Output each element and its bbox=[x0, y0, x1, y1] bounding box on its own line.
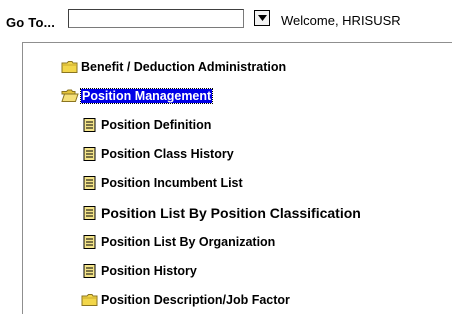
tree-item-benefit-deduction[interactable]: Benefit / Deduction Administration bbox=[61, 57, 286, 77]
tree-item-position-management[interactable]: Position Management bbox=[61, 86, 214, 106]
document-icon bbox=[81, 176, 99, 190]
welcome-text: Welcome, HRISUSR bbox=[281, 13, 401, 28]
tree-item-label: Position Incumbent List bbox=[101, 176, 243, 190]
tree-item-label: Position Definition bbox=[101, 118, 212, 132]
tree-item-label: Position List By Organization bbox=[101, 235, 276, 249]
tree-item-position-list-by-organization[interactable]: Position List By Organization bbox=[81, 232, 275, 252]
tree-item-position-incumbent-list[interactable]: Position Incumbent List bbox=[81, 173, 243, 193]
document-icon bbox=[81, 235, 99, 249]
document-icon bbox=[81, 206, 99, 220]
document-icon bbox=[81, 147, 99, 161]
document-icon bbox=[81, 264, 99, 278]
tree-item-label: Position Class History bbox=[101, 147, 234, 161]
folder-closed-icon bbox=[61, 60, 79, 74]
tree-item-label: Position Description/Job Factor bbox=[101, 293, 290, 307]
navigation-tree: Benefit / Deduction Administration Posit… bbox=[22, 42, 452, 314]
folder-open-icon bbox=[61, 89, 79, 103]
goto-label: Go To... bbox=[6, 15, 56, 30]
tree-item-position-definition[interactable]: Position Definition bbox=[81, 115, 211, 135]
tree-item-position-list-by-classification[interactable]: Position List By Position Classification bbox=[81, 203, 361, 223]
tree-item-position-history[interactable]: Position History bbox=[81, 261, 197, 281]
tree-item-label: Benefit / Deduction Administration bbox=[81, 60, 287, 74]
goto-dropdown-button[interactable] bbox=[254, 10, 270, 26]
tree-item-label: Position Management bbox=[79, 88, 214, 104]
tree-item-position-description-job-factor[interactable]: Position Description/Job Factor bbox=[81, 290, 290, 310]
document-icon bbox=[81, 118, 99, 132]
tree-item-label: Position List By Position Classification bbox=[101, 205, 361, 221]
folder-closed-icon bbox=[81, 293, 99, 307]
chevron-down-icon bbox=[257, 15, 267, 21]
tree-item-label: Position History bbox=[101, 264, 197, 278]
tree-item-position-class-history[interactable]: Position Class History bbox=[81, 144, 234, 164]
goto-input[interactable] bbox=[68, 9, 244, 28]
toolbar: Go To... Welcome, HRISUSR bbox=[0, 0, 452, 42]
